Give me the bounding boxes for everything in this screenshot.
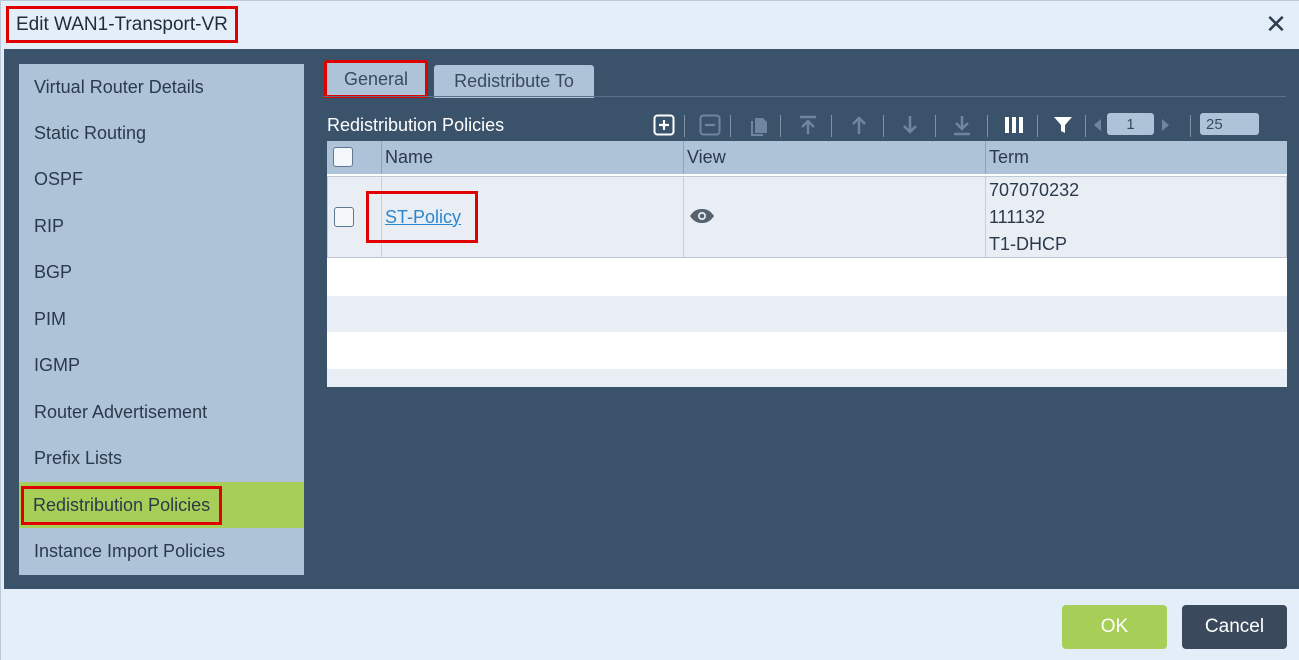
columns-icon[interactable] bbox=[999, 111, 1029, 139]
redistribution-policies-grid: Name View Term ST-Policy 707070232 11113… bbox=[327, 141, 1287, 387]
toolbar-separator bbox=[1190, 115, 1191, 137]
sidebar-item-label: PIM bbox=[34, 308, 67, 329]
tab-divider bbox=[324, 96, 1286, 97]
sidebar-item-bgp[interactable]: BGP bbox=[19, 249, 304, 295]
sidebar-item-label: RIP bbox=[34, 215, 65, 236]
sidebar-item-prefix-lists[interactable]: Prefix Lists bbox=[19, 435, 304, 481]
clone-icon[interactable] bbox=[744, 111, 774, 139]
next-page-icon[interactable] bbox=[1158, 111, 1174, 139]
sidebar-item-redistribution-policies[interactable]: Redistribution Policies bbox=[19, 482, 304, 528]
sidebar-item-static-routing[interactable]: Static Routing bbox=[19, 110, 304, 156]
cancel-button[interactable]: Cancel bbox=[1182, 605, 1287, 649]
column-header-term[interactable]: Term bbox=[985, 141, 1287, 174]
sidebar-item-ospf[interactable]: OSPF bbox=[19, 156, 304, 202]
empty-row bbox=[327, 258, 1287, 296]
main-panel: General Redistribute To Redistribution P… bbox=[324, 60, 1287, 583]
sidebar-item-label: Redistribution Policies bbox=[21, 485, 223, 525]
policy-link-highlight: ST-Policy bbox=[366, 191, 478, 243]
sidebar-item-label: Router Advertisement bbox=[34, 401, 208, 422]
tab-general[interactable]: General bbox=[324, 60, 428, 98]
sidebar-item-label: BGP bbox=[34, 261, 73, 282]
page-size-input[interactable]: 25 bbox=[1200, 113, 1259, 135]
sidebar-item-instance-import-policies[interactable]: Instance Import Policies bbox=[19, 528, 304, 574]
sidebar-item-label: Instance Import Policies bbox=[34, 540, 226, 561]
close-icon[interactable]: ✕ bbox=[1262, 11, 1290, 39]
column-header-view[interactable]: View bbox=[683, 141, 985, 174]
toolbar-separator bbox=[730, 115, 731, 137]
sidebar-item-router-advertisement[interactable]: Router Advertisement bbox=[19, 389, 304, 435]
empty-row bbox=[327, 369, 1287, 387]
term-cell: 707070232 111132 T1-DHCP bbox=[985, 177, 1287, 257]
table-row[interactable]: ST-Policy 707070232 111132 T1-DHCP bbox=[327, 176, 1287, 258]
dialog-footer: OK Cancel bbox=[1, 589, 1299, 660]
empty-row bbox=[327, 332, 1287, 369]
toolbar-separator bbox=[1037, 115, 1038, 137]
dialog-body: Virtual Router Details Static Routing OS… bbox=[4, 49, 1299, 589]
toolbar-separator bbox=[883, 115, 884, 137]
toolbar-separator bbox=[780, 115, 781, 137]
sidebar-item-label: Virtual Router Details bbox=[34, 76, 204, 97]
select-all-checkbox[interactable] bbox=[333, 147, 353, 167]
move-up-icon[interactable] bbox=[844, 111, 874, 139]
grid-header: Name View Term bbox=[327, 141, 1287, 174]
move-down-icon[interactable] bbox=[895, 111, 925, 139]
policy-name-link[interactable]: ST-Policy bbox=[385, 207, 461, 228]
sidebar-item-igmp[interactable]: IGMP bbox=[19, 342, 304, 388]
filter-icon[interactable] bbox=[1048, 111, 1078, 139]
eye-icon[interactable] bbox=[689, 208, 715, 229]
ok-button[interactable]: OK bbox=[1062, 605, 1167, 649]
sidebar-item-label: Static Routing bbox=[34, 122, 147, 143]
sidebar: Virtual Router Details Static Routing OS… bbox=[19, 64, 304, 575]
sidebar-item-label: OSPF bbox=[34, 168, 84, 189]
term-value: 707070232 bbox=[989, 180, 1080, 200]
move-bottom-icon[interactable] bbox=[947, 111, 977, 139]
tab-redistribute-to[interactable]: Redistribute To bbox=[434, 65, 594, 98]
term-value: T1-DHCP bbox=[989, 234, 1068, 254]
section-title: Redistribution Policies bbox=[327, 115, 505, 135]
sidebar-item-label: IGMP bbox=[34, 354, 81, 375]
move-top-icon[interactable] bbox=[793, 111, 823, 139]
add-icon[interactable] bbox=[649, 111, 679, 139]
toolbar-separator bbox=[987, 115, 988, 137]
sidebar-item-rip[interactable]: RIP bbox=[19, 203, 304, 249]
view-cell bbox=[683, 177, 985, 257]
term-value: 111132 bbox=[989, 207, 1046, 227]
edit-virtual-router-dialog: Edit WAN1-Transport-VR ✕ Virtual Router … bbox=[0, 0, 1299, 660]
empty-row bbox=[327, 296, 1287, 332]
toolbar-separator bbox=[684, 115, 685, 137]
sidebar-item-label: Prefix Lists bbox=[34, 447, 123, 468]
toolbar-separator bbox=[831, 115, 832, 137]
prev-page-icon[interactable] bbox=[1089, 111, 1105, 139]
sidebar-item-pim[interactable]: PIM bbox=[19, 296, 304, 342]
column-header-name[interactable]: Name bbox=[381, 141, 683, 174]
row-checkbox[interactable] bbox=[334, 207, 354, 227]
sidebar-item-virtual-router-details[interactable]: Virtual Router Details bbox=[19, 64, 304, 110]
remove-icon[interactable] bbox=[695, 111, 725, 139]
toolbar-separator bbox=[1085, 115, 1086, 137]
toolbar-separator bbox=[935, 115, 936, 137]
dialog-titlebar: Edit WAN1-Transport-VR ✕ bbox=[1, 1, 1299, 49]
page-number-input[interactable]: 1 bbox=[1107, 113, 1154, 135]
dialog-title: Edit WAN1-Transport-VR bbox=[6, 6, 238, 43]
